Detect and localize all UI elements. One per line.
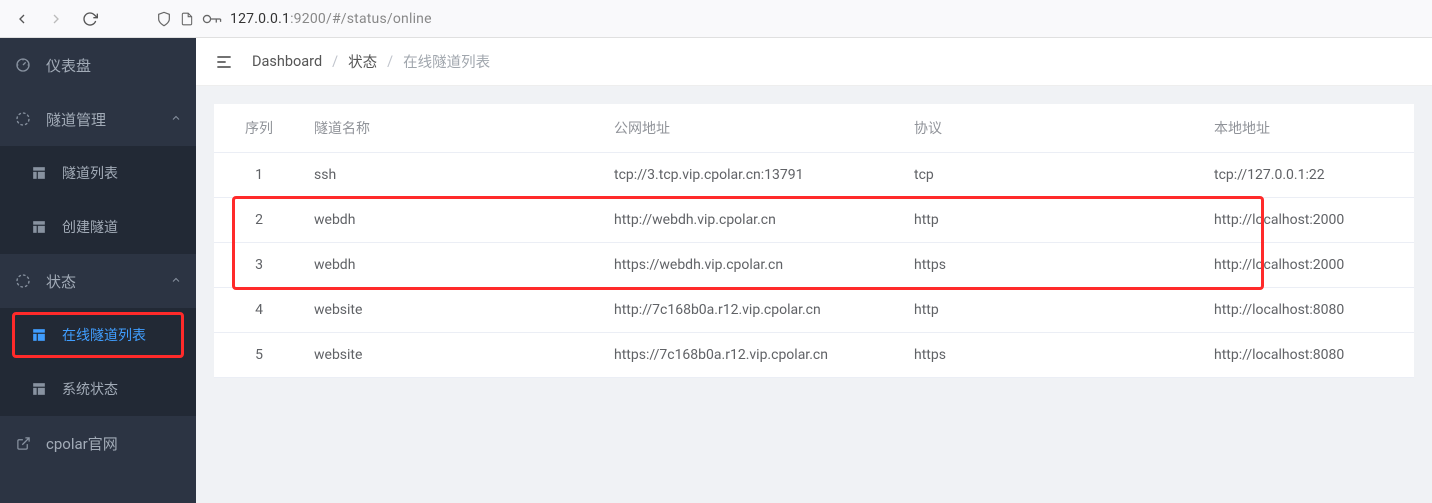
table-row: 4websitehttp://7c168b0a.r12.vip.cpolar.c… [214, 288, 1414, 333]
cell-local: http://localhost:8080 [1204, 333, 1414, 378]
table-row: 3webdhhttps://webdh.vip.cpolar.cnhttpsht… [214, 243, 1414, 288]
cell-public: http://7c168b0a.r12.vip.cpolar.cn [604, 288, 904, 333]
breadcrumb-separator: / [387, 53, 393, 70]
breadcrumb: Dashboard / 状态 / 在线隧道列表 [252, 51, 490, 72]
nav-back-button[interactable] [8, 5, 36, 33]
permission-icon [202, 12, 222, 26]
url-text: 127.0.0.1:9200/#/status/online [230, 11, 432, 27]
sidebar-item-label: cpolar官网 [46, 433, 118, 454]
cell-local: http://localhost:8080 [1204, 288, 1414, 333]
breadcrumb-current: 在线隧道列表 [403, 51, 490, 72]
sidebar-item-dashboard[interactable]: 仪表盘 [0, 38, 196, 92]
main-content: Dashboard / 状态 / 在线隧道列表 序列 隧道名称 公网地址 协议 … [196, 38, 1432, 503]
cell-name: webdh [304, 198, 604, 243]
cell-seq: 5 [214, 333, 304, 378]
sidebar-item-create-tunnel[interactable]: 创建隧道 [0, 200, 196, 254]
sidebar-item-label: 状态 [46, 271, 76, 292]
cell-proto: tcp [904, 153, 1204, 198]
cell-name: ssh [304, 153, 604, 198]
sidebar-item-label: 仪表盘 [46, 55, 91, 76]
cell-public: https://7c168b0a.r12.vip.cpolar.cn [604, 333, 904, 378]
col-public: 公网地址 [604, 104, 904, 153]
table-row: 1sshtcp://3.tcp.vip.cpolar.cn:13791tcptc… [214, 153, 1414, 198]
grid-icon [30, 218, 48, 236]
grid-icon [30, 380, 48, 398]
sidebar: 仪表盘 隧道管理 隧道列表 创建隧道 [0, 38, 196, 503]
sidebar-item-tunnel-manage[interactable]: 隧道管理 [0, 92, 196, 146]
sidebar-item-label: 隧道管理 [46, 109, 106, 130]
cell-public: tcp://3.tcp.vip.cpolar.cn:13791 [604, 153, 904, 198]
nav-forward-button[interactable] [42, 5, 70, 33]
cell-proto: https [904, 333, 1204, 378]
nav-reload-button[interactable] [76, 5, 104, 33]
breadcrumb-item[interactable]: Dashboard [252, 53, 322, 70]
page-icon [180, 11, 194, 27]
url-bar[interactable]: 127.0.0.1:9200/#/status/online [150, 4, 1424, 34]
cell-seq: 2 [214, 198, 304, 243]
shield-icon [156, 11, 172, 27]
data-panel: 序列 隧道名称 公网地址 协议 本地地址 1sshtcp://3.tcp.vip… [214, 104, 1414, 378]
table-row: 5websitehttps://7c168b0a.r12.vip.cpolar.… [214, 333, 1414, 378]
menu-toggle-button[interactable] [214, 52, 234, 72]
sidebar-item-tunnel-list[interactable]: 隧道列表 [0, 146, 196, 200]
sidebar-item-label: 系统状态 [62, 379, 118, 399]
sidebar-item-label: 创建隧道 [62, 217, 118, 237]
grid-icon [30, 326, 48, 344]
browser-bar: 127.0.0.1:9200/#/status/online [0, 0, 1432, 38]
col-seq: 序列 [214, 104, 304, 153]
sidebar-item-status[interactable]: 状态 [0, 254, 196, 308]
cell-public: http://webdh.vip.cpolar.cn [604, 198, 904, 243]
external-icon [14, 434, 32, 452]
breadcrumb-separator: / [332, 53, 338, 70]
chevron-up-icon [170, 110, 182, 128]
sidebar-item-cpolar-site[interactable]: cpolar官网 [0, 416, 196, 470]
breadcrumb-bar: Dashboard / 状态 / 在线隧道列表 [196, 38, 1432, 86]
tunnel-table: 序列 隧道名称 公网地址 协议 本地地址 1sshtcp://3.tcp.vip… [214, 104, 1414, 378]
cell-public: https://webdh.vip.cpolar.cn [604, 243, 904, 288]
cell-proto: http [904, 288, 1204, 333]
chevron-up-icon [170, 272, 182, 290]
sidebar-item-label: 在线隧道列表 [62, 325, 146, 345]
cell-seq: 4 [214, 288, 304, 333]
cell-name: website [304, 288, 604, 333]
cell-proto: https [904, 243, 1204, 288]
cell-local: http://localhost:2000 [1204, 198, 1414, 243]
sidebar-item-system-status[interactable]: 系统状态 [0, 362, 196, 416]
table-header-row: 序列 隧道名称 公网地址 协议 本地地址 [214, 104, 1414, 153]
cell-local: tcp://127.0.0.1:22 [1204, 153, 1414, 198]
cell-seq: 1 [214, 153, 304, 198]
breadcrumb-item[interactable]: 状态 [348, 51, 377, 72]
sidebar-item-label: 隧道列表 [62, 163, 118, 183]
loader-icon [14, 110, 32, 128]
grid-icon [30, 164, 48, 182]
cell-local: http://localhost:2000 [1204, 243, 1414, 288]
table-row: 2webdhhttp://webdh.vip.cpolar.cnhttphttp… [214, 198, 1414, 243]
col-name: 隧道名称 [304, 104, 604, 153]
cell-name: website [304, 333, 604, 378]
cell-seq: 3 [214, 243, 304, 288]
cell-name: webdh [304, 243, 604, 288]
loader-icon [14, 272, 32, 290]
sidebar-item-online-tunnels[interactable]: 在线隧道列表 [0, 308, 196, 362]
dashboard-icon [14, 56, 32, 74]
col-local: 本地地址 [1204, 104, 1414, 153]
col-proto: 协议 [904, 104, 1204, 153]
cell-proto: http [904, 198, 1204, 243]
